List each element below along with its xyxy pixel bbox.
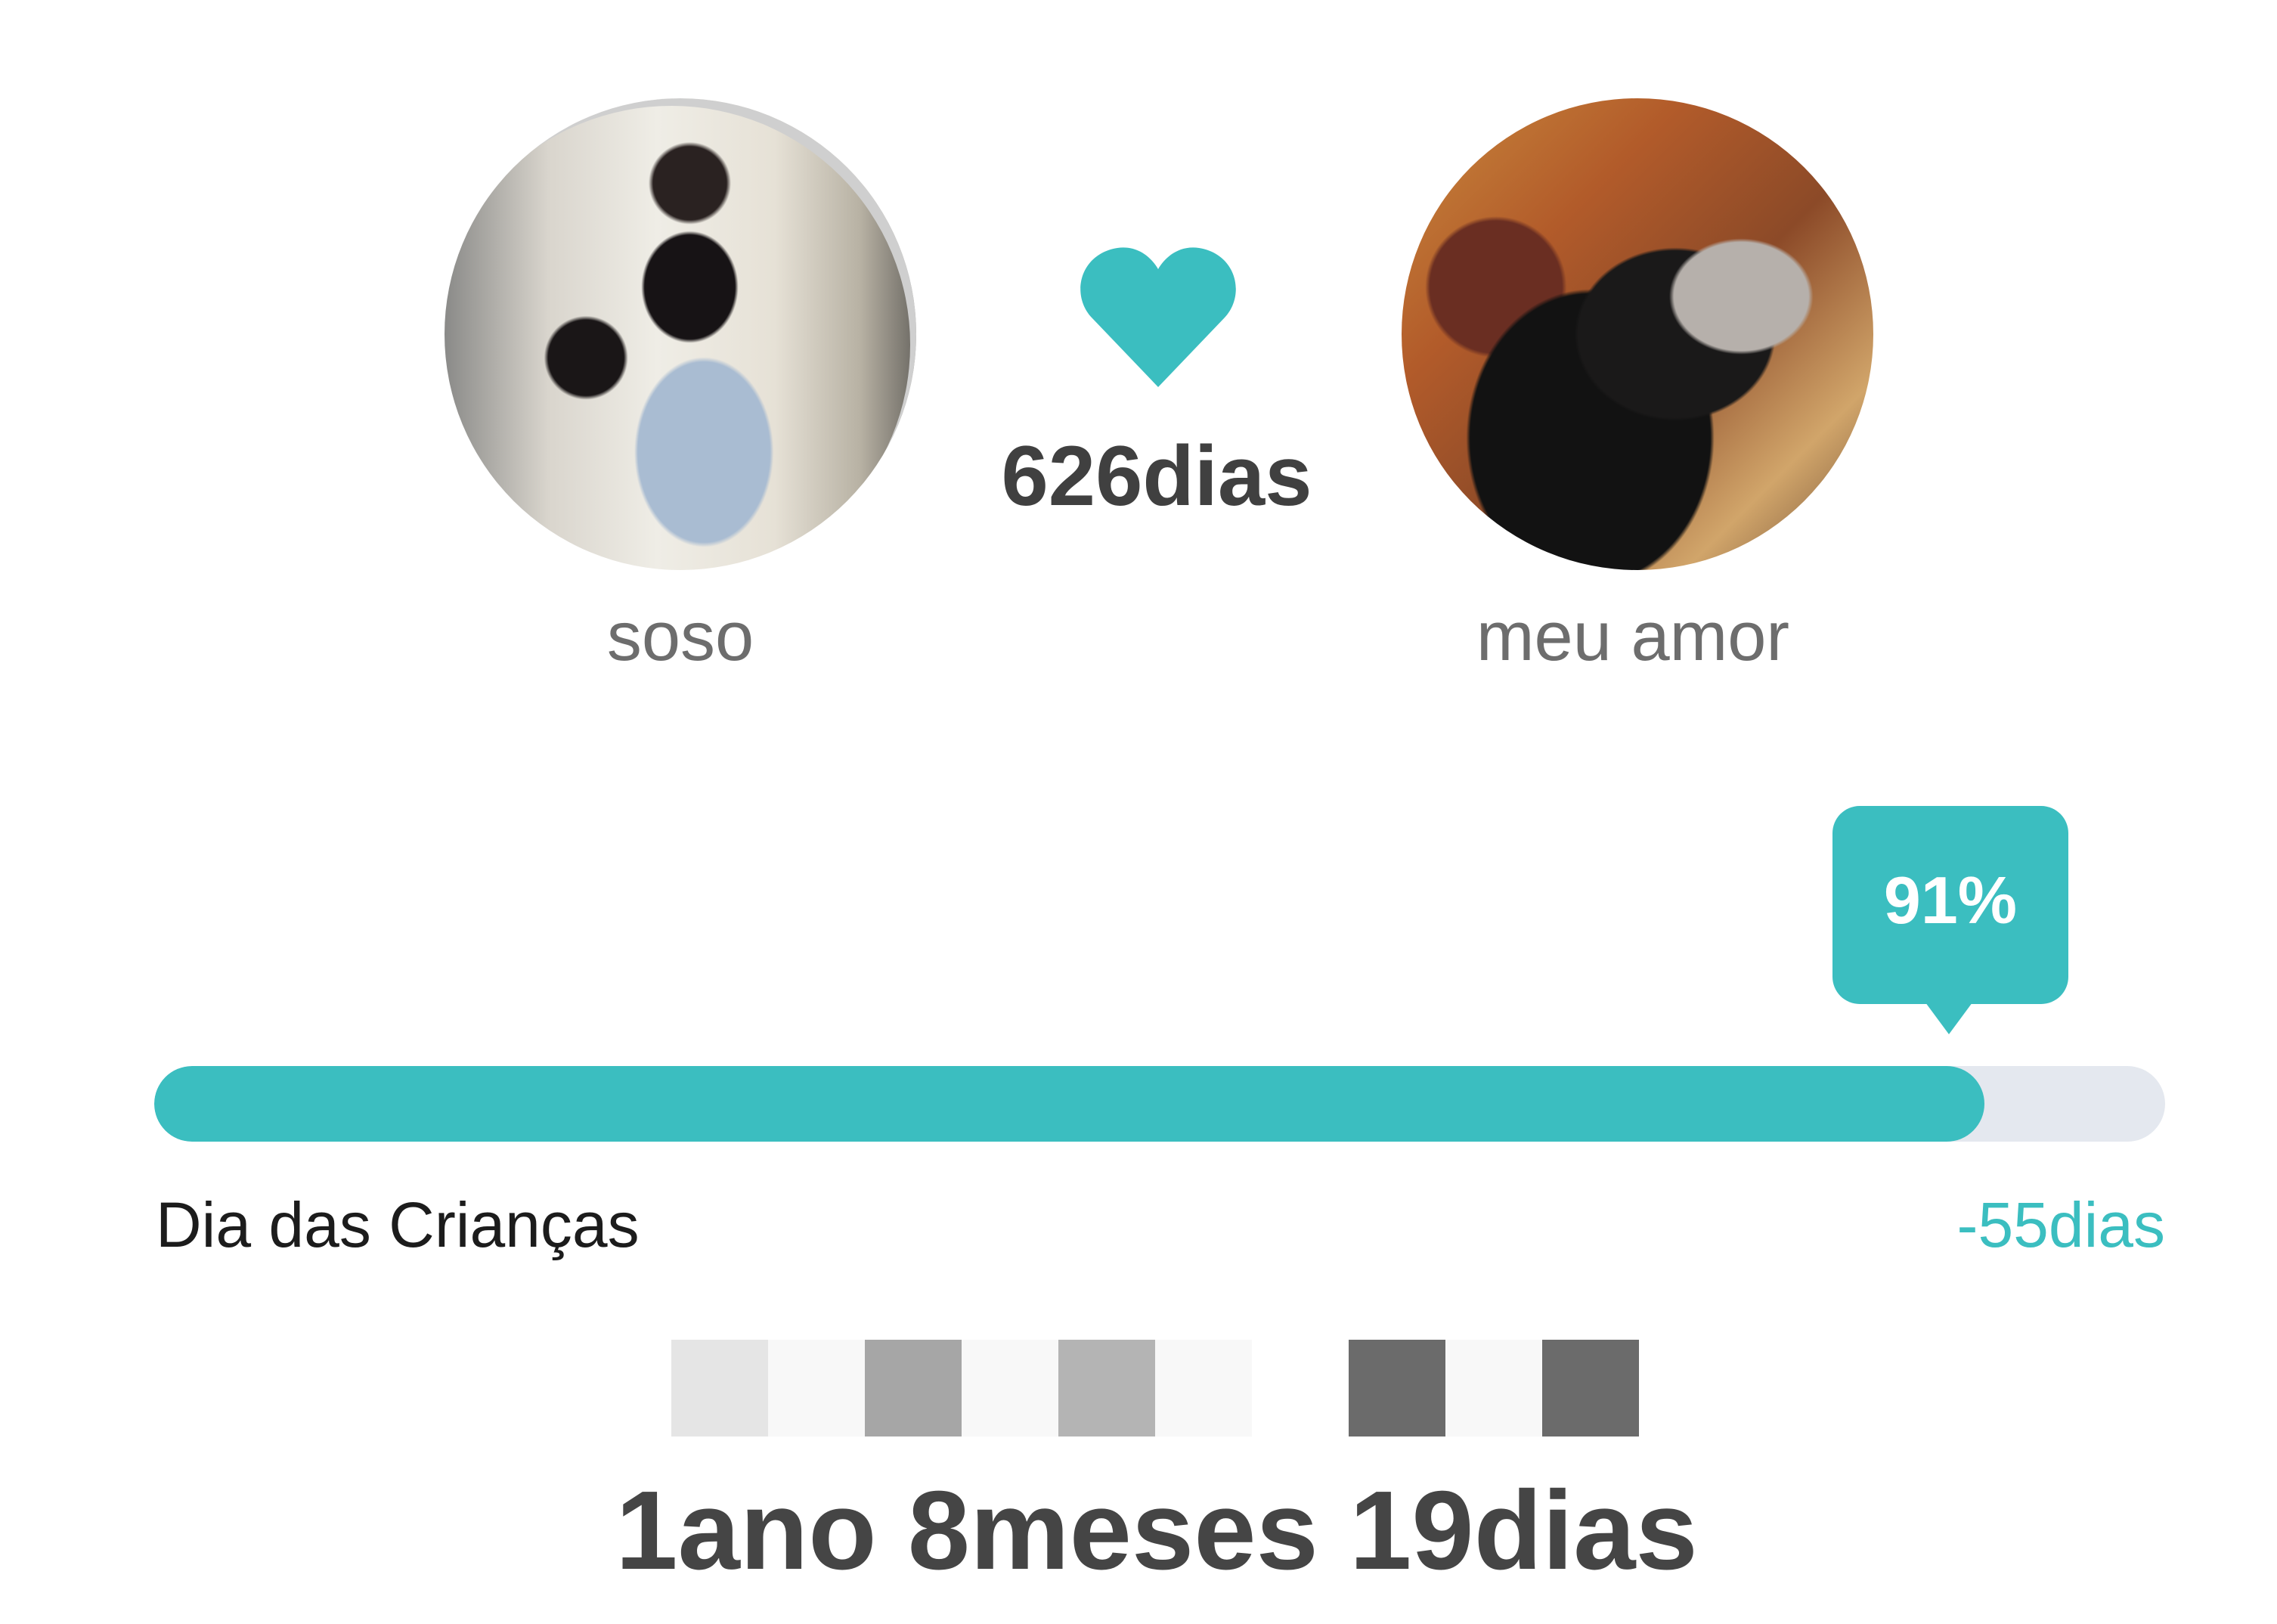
pixel-block — [768, 1340, 865, 1436]
event-name: Dia das Crianças — [156, 1189, 640, 1260]
partner-right-name: meu amor — [1476, 598, 1790, 675]
progress-percent-label: 91% — [1883, 863, 2018, 938]
pixel-block — [1155, 1340, 1252, 1436]
relationship-duration: 1ano 8meses 19dias — [615, 1468, 1698, 1593]
event-days-remaining: -55dias — [1956, 1189, 2165, 1260]
days-together-count: 626dias — [1001, 429, 1312, 523]
pixel-decoration — [671, 1340, 1639, 1436]
pixel-block — [1445, 1340, 1542, 1436]
event-progress-fill — [154, 1066, 1984, 1142]
heart-icon — [1078, 242, 1238, 390]
partner-left-name: soso — [606, 598, 754, 675]
badge-pointer — [1923, 1000, 1975, 1034]
pixel-block — [671, 1340, 768, 1436]
avatar-right[interactable] — [1402, 98, 1873, 570]
pixel-block — [1058, 1340, 1155, 1436]
pixel-block — [962, 1340, 1058, 1436]
pixel-block — [1349, 1340, 1445, 1436]
pixel-block — [1542, 1340, 1639, 1436]
event-progress-bar — [154, 1066, 2165, 1142]
avatar-left[interactable] — [445, 98, 916, 570]
pixel-block — [865, 1340, 962, 1436]
